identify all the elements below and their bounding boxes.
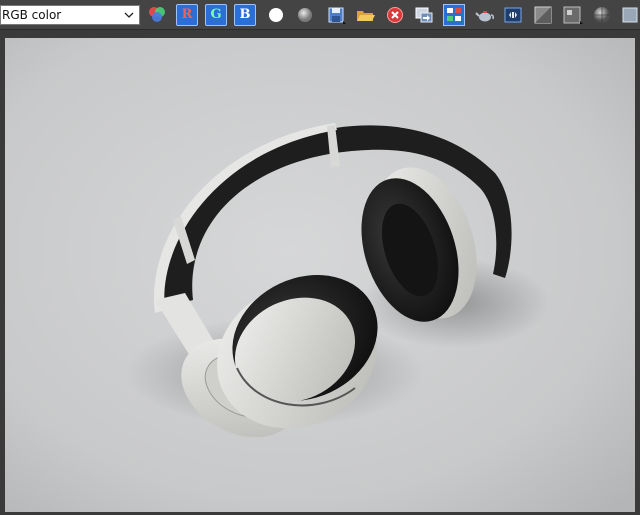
render-setup-icon[interactable] — [502, 4, 524, 26]
rendered-frame-icon[interactable] — [620, 4, 640, 26]
toggle-ui-icon[interactable] — [532, 4, 554, 26]
clear-image-icon[interactable] — [384, 4, 406, 26]
chevron-down-icon — [122, 7, 136, 23]
clone-window-icon[interactable] — [443, 4, 465, 26]
open-folder-icon[interactable] — [354, 4, 376, 26]
rendered-image — [5, 38, 635, 512]
red-channel-button[interactable]: R — [176, 4, 198, 26]
frame-buffer-toolbar: RGB color R G B — [0, 0, 640, 30]
render-viewport — [5, 38, 635, 512]
gray-background-icon[interactable] — [294, 4, 316, 26]
green-channel-button[interactable]: G — [205, 4, 227, 26]
channel-select-value: RGB color — [2, 8, 62, 22]
color-swatch-icon[interactable] — [146, 4, 168, 26]
display-mode-icon[interactable] — [561, 4, 583, 26]
white-background-icon[interactable] — [265, 4, 287, 26]
blue-channel-button[interactable]: B — [234, 4, 256, 26]
channel-select[interactable]: RGB color — [0, 5, 140, 25]
render-teapot-icon[interactable] — [474, 4, 496, 26]
save-image-icon[interactable] — [325, 4, 347, 26]
copy-image-icon[interactable] — [413, 4, 435, 26]
sphere-preview-icon[interactable] — [591, 4, 613, 26]
viewport-border-top — [0, 30, 640, 38]
